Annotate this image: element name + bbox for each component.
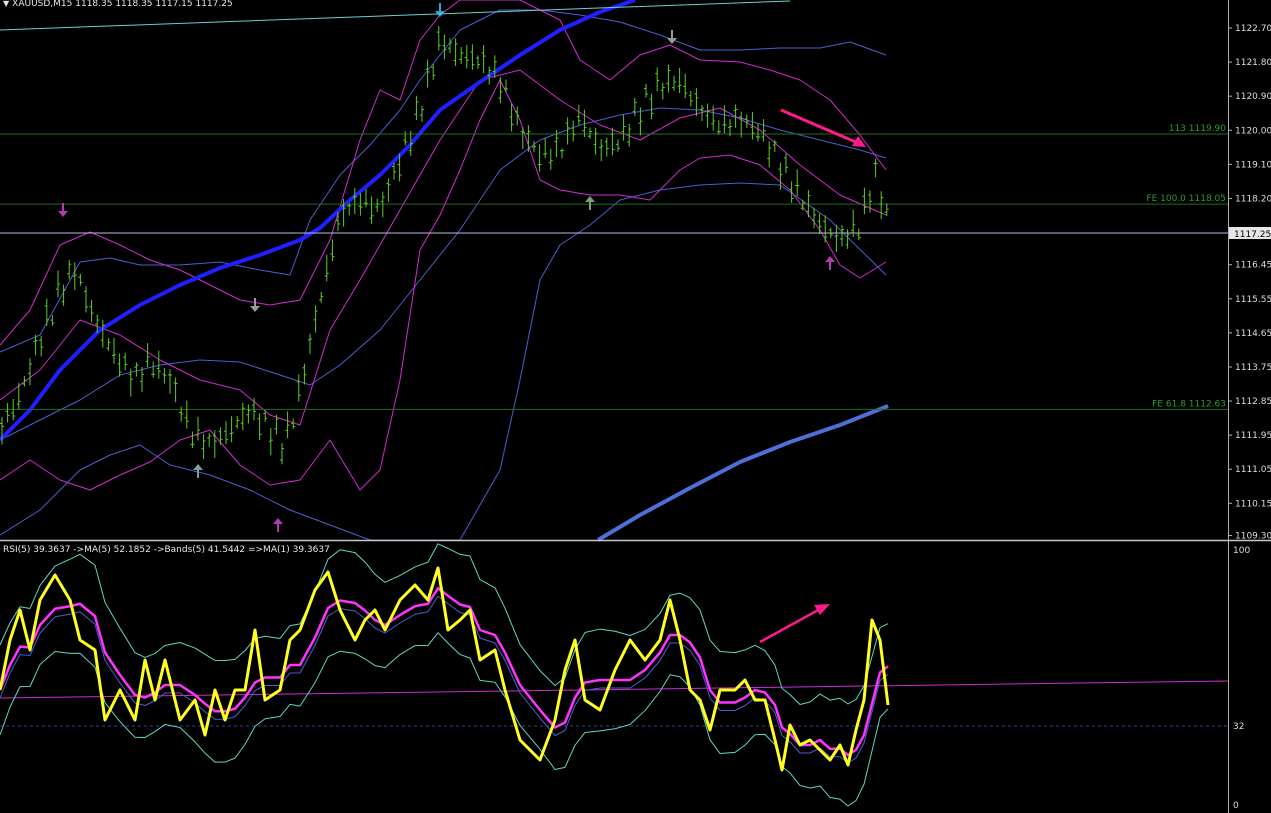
price-label: 1114.65 [1235, 329, 1271, 339]
price-label: 1110.15 [1235, 499, 1271, 509]
price-label: 1121.80 [1235, 58, 1271, 68]
price-label: 1111.95 [1235, 431, 1271, 441]
price-label: 1119.10 [1235, 160, 1271, 170]
collapse-triangle-icon[interactable]: ▼ [3, 0, 9, 8]
rsi-scale-100: 100 [1233, 546, 1250, 556]
symbol-header-text: XAUUSD,M15 1118.35 1118.35 1117.15 1117.… [12, 0, 233, 9]
symbol-header: ▼ XAUUSD,M15 1118.35 1118.35 1117.15 1117… [3, 0, 233, 9]
price-label: 1113.75 [1235, 363, 1271, 373]
rsi-scale-32: 32 [1233, 722, 1244, 732]
current-price-value: 1117.25 [1234, 230, 1271, 240]
fibo-label: FE 100.0 1118.05 [1146, 194, 1226, 204]
price-label: 1118.20 [1235, 194, 1271, 204]
rsi-scale-0: 0 [1233, 801, 1239, 811]
price-label: 1122.70 [1235, 24, 1271, 34]
price-label: 1120.00 [1235, 126, 1271, 136]
price-label: 1116.45 [1235, 261, 1271, 271]
price-label: 1115.55 [1235, 295, 1271, 305]
price-label: 1112.85 [1235, 397, 1271, 407]
trading-chart[interactable]: 113 1119.90 FE 100.0 1118.05 FE 61.8 1112.… [0, 0, 1271, 813]
fibo-label: FE 61.8 1112.63 [1152, 399, 1226, 409]
price-label: 1120.90 [1235, 92, 1271, 102]
fibo-label: 113 1119.90 [1169, 124, 1227, 134]
rsi-header: RSI(5) 39.3637 ->MA(5) 52.1852 ->Bands(5… [3, 545, 330, 555]
price-label: 1111.05 [1235, 465, 1271, 475]
current-price-tag: 1117.25 [1229, 227, 1271, 240]
